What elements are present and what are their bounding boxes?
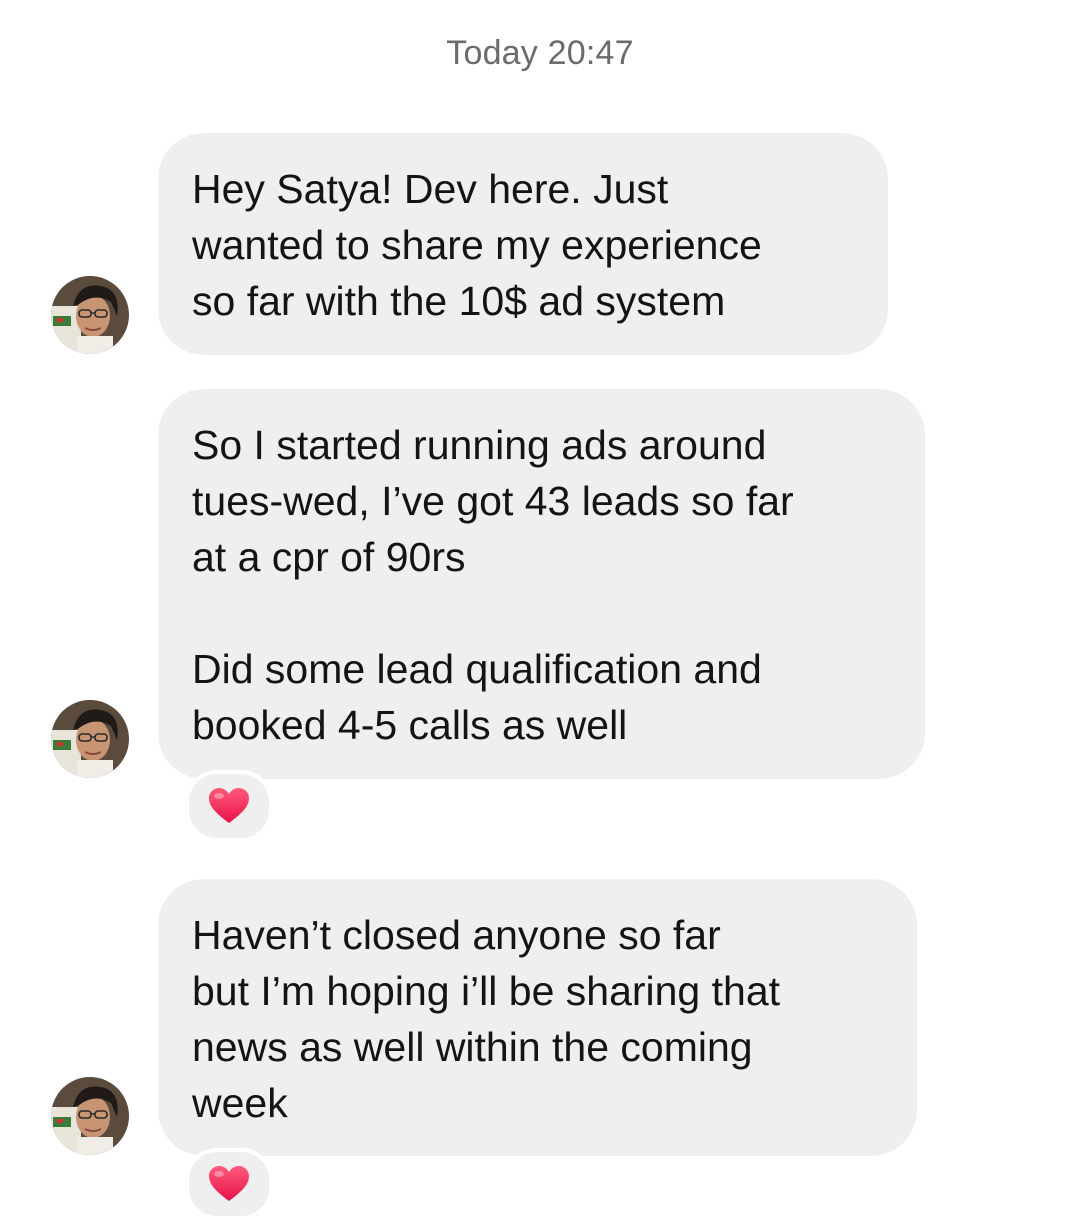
reaction-badge[interactable] — [185, 770, 273, 842]
avatar[interactable] — [51, 276, 129, 354]
message-text: Hey Satya! Dev here. Just wanted to shar… — [192, 166, 762, 324]
message-text: Haven’t closed anyone so far but I’m hop… — [192, 912, 781, 1126]
message-bubble[interactable]: So I started running ads around tues-wed… — [158, 389, 925, 779]
heart-icon — [209, 788, 249, 823]
user-avatar-photo-icon — [51, 276, 129, 354]
avatar[interactable] — [51, 1077, 129, 1155]
user-avatar-photo-icon — [51, 1077, 129, 1155]
user-avatar-photo-icon — [51, 700, 129, 778]
thread-timestamp: Today 20:47 — [446, 34, 634, 72]
reaction-badge[interactable] — [185, 1148, 273, 1220]
message-bubble[interactable]: Hey Satya! Dev here. Just wanted to shar… — [158, 133, 888, 355]
heart-icon — [209, 1166, 249, 1201]
message-bubble[interactable]: Haven’t closed anyone so far but I’m hop… — [158, 879, 917, 1156]
message-text: So I started running ads around tues-wed… — [192, 422, 794, 748]
avatar[interactable] — [51, 700, 129, 778]
